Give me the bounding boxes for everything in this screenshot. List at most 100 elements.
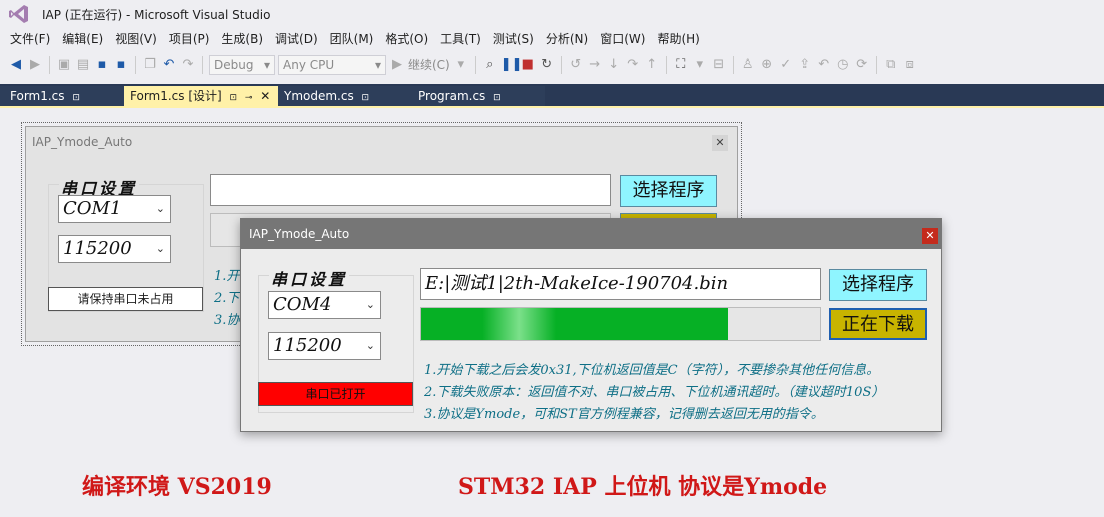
toolbar-separator bbox=[202, 56, 203, 74]
history-icon[interactable]: ◷ bbox=[835, 54, 851, 76]
window-title: IAP (正在运行) - Microsoft Visual Studio bbox=[42, 7, 271, 22]
platform-select[interactable]: Any CPU ▾ bbox=[278, 55, 386, 75]
tab-label: Form1.cs [设计] bbox=[130, 89, 222, 103]
caption-environment: 编译环境 VS2019 bbox=[82, 474, 272, 500]
lock-icon: ⊡ bbox=[361, 93, 370, 103]
step-out-icon[interactable]: ↑ bbox=[644, 54, 660, 76]
pause-icon[interactable]: ❚❚ bbox=[501, 54, 523, 76]
step-into-icon[interactable]: → bbox=[587, 54, 603, 76]
browse-button[interactable]: 选择程序 bbox=[829, 269, 927, 301]
chevron-down-icon: ⌄ bbox=[365, 298, 375, 311]
serial-status: 串口已打开 bbox=[258, 382, 413, 406]
lock-icon: ⊡ bbox=[72, 93, 80, 103]
design-port-value: COM1 bbox=[63, 198, 122, 219]
hot-reload-icon[interactable]: ↺ bbox=[568, 54, 584, 76]
design-note-2: 2.下 bbox=[214, 291, 240, 306]
baud-select[interactable]: 115200 ⌄ bbox=[268, 332, 381, 360]
undo-history-icon[interactable]: ↶ bbox=[816, 54, 832, 76]
upload-icon[interactable]: ⇪ bbox=[797, 54, 813, 76]
toolbar-separator bbox=[665, 56, 667, 74]
menu-analyze[interactable]: 分析(N) bbox=[540, 28, 594, 50]
port-value: COM4 bbox=[273, 294, 332, 315]
tab-program[interactable]: Program.cs ⊡ bbox=[412, 86, 545, 106]
window-split-icon[interactable]: ⧈ bbox=[902, 54, 918, 76]
note-3: 3.协议是Ymode，可和ST官方例程兼容，记得删去返回无用的指令。 bbox=[424, 407, 824, 422]
find-icon[interactable]: ⌕ bbox=[482, 54, 498, 76]
menu-format[interactable]: 格式(O) bbox=[379, 28, 434, 50]
config-select-value: Debug bbox=[214, 58, 254, 72]
dropdown-arrow-icon: ▾ bbox=[263, 58, 270, 72]
dropdown-arrow-icon[interactable]: ▾ bbox=[692, 54, 708, 76]
tab-label: Ymodem.cs bbox=[284, 89, 354, 103]
save-icon[interactable]: ▪ bbox=[94, 54, 110, 76]
copy-icon[interactable]: ❐ bbox=[142, 54, 158, 76]
title-bar: IAP (正在运行) - Microsoft Visual Studio bbox=[0, 0, 1104, 28]
layout-icon[interactable]: ⊟ bbox=[711, 54, 727, 76]
toolbar-separator bbox=[732, 56, 734, 74]
step-back-icon[interactable]: ↷ bbox=[625, 54, 641, 76]
close-icon[interactable]: ✕ bbox=[922, 228, 938, 244]
design-baud-select[interactable]: 115200 ⌄ bbox=[58, 235, 171, 263]
menu-debug[interactable]: 调试(D) bbox=[269, 28, 324, 50]
download-button[interactable]: 正在下载 bbox=[829, 308, 927, 340]
close-icon[interactable]: ✕ bbox=[260, 89, 270, 103]
menu-file[interactable]: 文件(F) bbox=[4, 28, 56, 50]
port-select[interactable]: COM4 ⌄ bbox=[268, 291, 381, 319]
forward-icon[interactable]: ▶ bbox=[27, 54, 43, 76]
save-all-icon[interactable]: ▪ bbox=[113, 54, 129, 76]
running-form-window[interactable]: IAP_Ymode_Auto ✕ 串口设置 COM4 ⌄ 115200 ⌄ 串口… bbox=[240, 218, 942, 432]
menu-team[interactable]: 团队(M) bbox=[324, 28, 380, 50]
refresh-icon[interactable]: ⟳ bbox=[854, 54, 870, 76]
menu-view[interactable]: 视图(V) bbox=[109, 28, 163, 50]
thread-icon[interactable]: ⛶ bbox=[673, 54, 689, 76]
visual-studio-logo-icon bbox=[9, 5, 28, 23]
new-project-icon[interactable]: ▣ bbox=[56, 54, 72, 76]
lock-icon: ⊡ bbox=[229, 93, 238, 103]
continue-button[interactable]: 继续(C) bbox=[408, 54, 450, 76]
design-browse-button[interactable]: 选择程序 bbox=[620, 175, 717, 207]
menu-window[interactable]: 窗口(W) bbox=[594, 28, 651, 50]
toolbar-separator bbox=[875, 56, 877, 74]
stop-icon[interactable]: ■ bbox=[520, 54, 536, 76]
running-form-title: IAP_Ymode_Auto bbox=[249, 227, 350, 241]
back-icon[interactable]: ◀ bbox=[8, 54, 24, 76]
config-select[interactable]: Debug ▾ bbox=[209, 55, 275, 75]
baud-value: 115200 bbox=[273, 335, 342, 356]
platform-select-value: Any CPU bbox=[283, 58, 335, 72]
toolbar-separator bbox=[49, 56, 50, 74]
windows-icon[interactable]: ⧉ bbox=[883, 54, 899, 76]
download-progress-fill bbox=[421, 308, 729, 340]
chevron-down-icon: ⌄ bbox=[365, 339, 375, 352]
play-icon[interactable]: ▶ bbox=[389, 54, 405, 76]
undo-icon[interactable]: ↶ bbox=[161, 54, 177, 76]
menu-test[interactable]: 测试(S) bbox=[487, 28, 540, 50]
lock-icon[interactable]: ⊕ bbox=[759, 54, 775, 76]
design-file-path-input[interactable] bbox=[210, 174, 611, 206]
tab-ymodem[interactable]: Ymodem.cs ⊡ bbox=[278, 86, 410, 106]
open-file-icon[interactable]: ▤ bbox=[75, 54, 91, 76]
tab-form1-code[interactable]: Form1.cs ⊡ bbox=[4, 86, 122, 106]
file-path-input[interactable]: E:|测试1|2th-MakeIce-190704.bin bbox=[420, 268, 821, 300]
menu-tools[interactable]: 工具(T) bbox=[434, 28, 487, 50]
design-port-select[interactable]: COM1 ⌄ bbox=[58, 195, 171, 223]
design-baud-value: 115200 bbox=[63, 238, 132, 259]
pin-icon[interactable]: ⊸ bbox=[245, 93, 253, 103]
menu-edit[interactable]: 编辑(E) bbox=[56, 28, 109, 50]
close-icon[interactable]: ✕ bbox=[712, 135, 728, 151]
tab-form1-designer[interactable]: Form1.cs [设计] ⊡ ⊸ ✕ bbox=[124, 86, 278, 106]
menu-build[interactable]: 生成(B) bbox=[215, 28, 269, 50]
redo-icon[interactable]: ↷ bbox=[180, 54, 196, 76]
user-icon[interactable]: ♙ bbox=[740, 54, 756, 76]
design-note-1: 1.开 bbox=[214, 269, 240, 284]
check-icon[interactable]: ✓ bbox=[778, 54, 794, 76]
menu-project[interactable]: 项目(P) bbox=[163, 28, 216, 50]
note-2: 2.下载失败原本：返回值不对、串口被占用、下位机通讯超时。（建议超时10S） bbox=[424, 385, 885, 400]
tab-label: Program.cs bbox=[418, 89, 486, 103]
toolbar-separator bbox=[560, 56, 562, 74]
dropdown-arrow-icon[interactable]: ▾ bbox=[453, 54, 469, 76]
step-over-icon[interactable]: ↓ bbox=[606, 54, 622, 76]
restart-icon[interactable]: ↻ bbox=[539, 54, 555, 76]
lock-icon: ⊡ bbox=[493, 93, 501, 103]
running-form-titlebar: IAP_Ymode_Auto bbox=[241, 219, 941, 249]
menu-help[interactable]: 帮助(H) bbox=[651, 28, 705, 50]
